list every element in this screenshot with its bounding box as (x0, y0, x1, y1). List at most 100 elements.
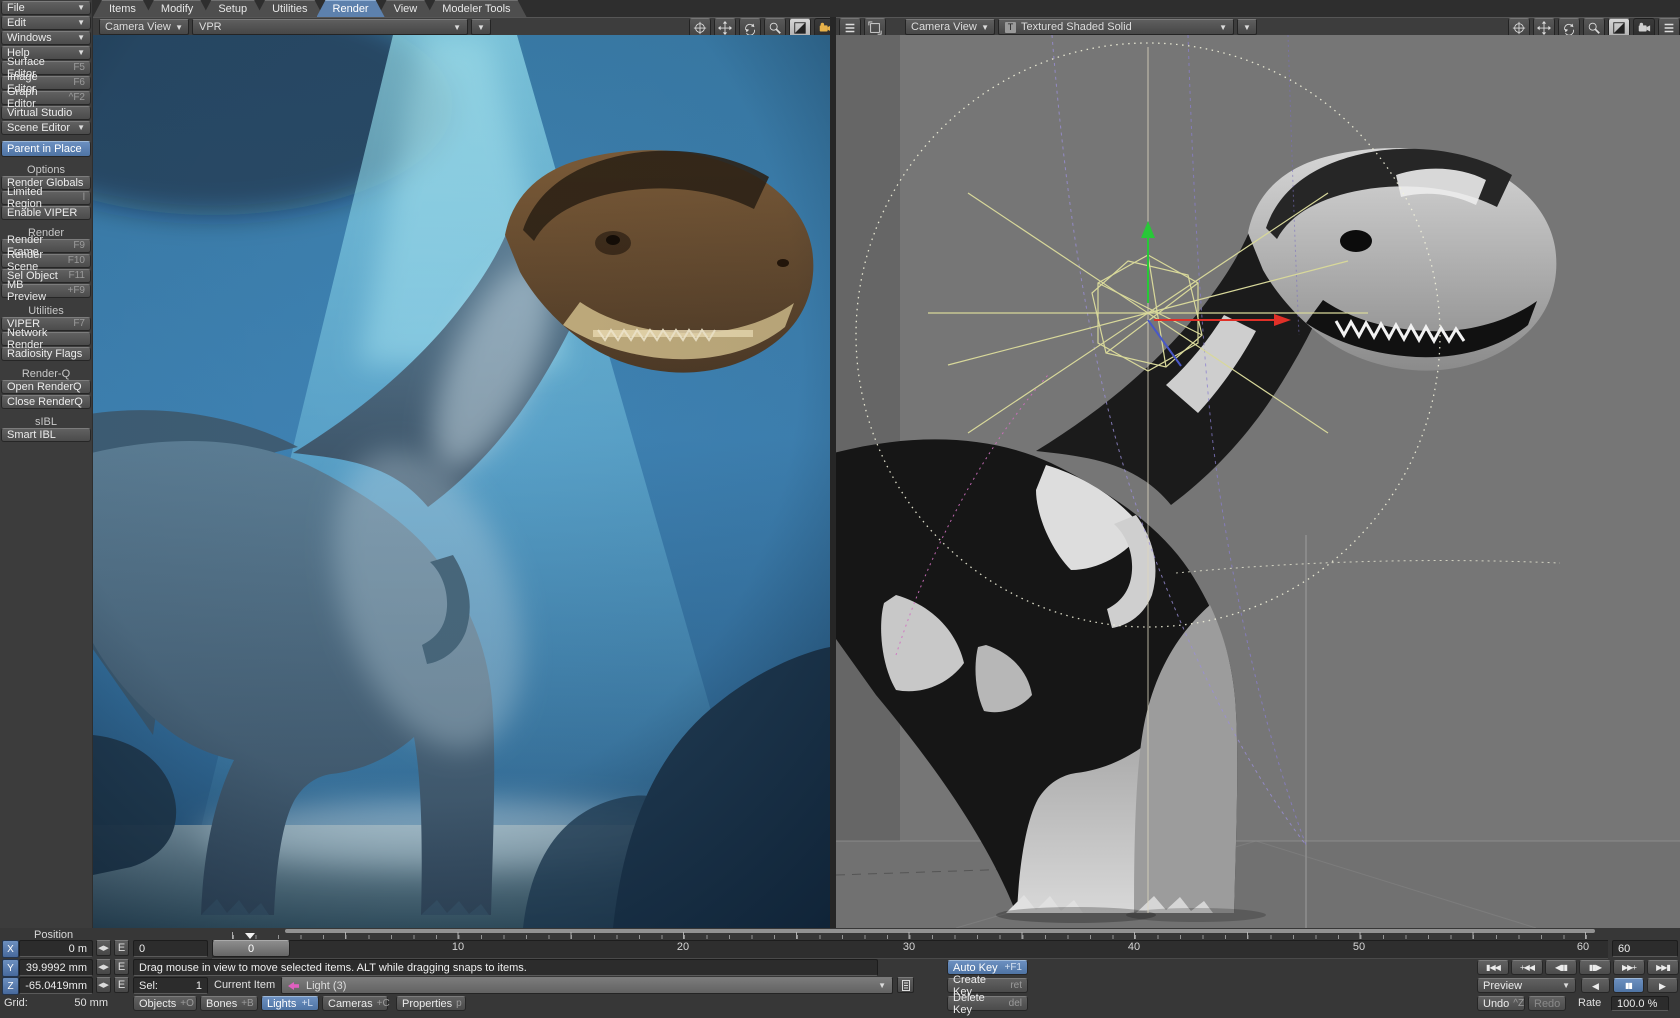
sel-label: Sel: (139, 980, 158, 992)
button-label: Enable VIPER (7, 207, 77, 219)
tab-setup[interactable]: Setup (202, 0, 263, 17)
scene-editor-button[interactable]: Scene Editor▼ (1, 121, 91, 135)
last-frame-field[interactable]: 60 (1612, 940, 1678, 957)
button-label: MB Preview (7, 279, 63, 303)
menu-edit[interactable]: Edit▼ (1, 16, 91, 30)
shortcut-label: del (1009, 998, 1022, 1010)
timeline-tick-label: 50 (1345, 941, 1373, 953)
shortcut-label: ^F2 (69, 92, 85, 104)
go-first-icon: ▮◀◀ (1486, 962, 1500, 974)
y-stepper[interactable]: ◀▶ (96, 959, 111, 975)
button-label: Close RenderQ (7, 396, 83, 408)
right-viewport-options-dropdown[interactable]: ▼ (1237, 19, 1257, 35)
button-label: Bones (206, 998, 237, 1010)
chevron-down-icon: ▼ (77, 32, 85, 44)
shortcut-label: F5 (73, 62, 85, 74)
tab-modeler-tools[interactable]: Modeler Tools (426, 0, 526, 17)
play-reverse-button[interactable]: ◀ (1581, 978, 1610, 993)
current-item-dropdown[interactable]: Light (3) ▼ (281, 977, 893, 994)
right-viewport-camera-shaded[interactable] (836, 35, 1680, 928)
lights-filter-button[interactable]: Lights+L (261, 996, 319, 1011)
y-axis-badge[interactable]: Y (2, 959, 19, 977)
open-renderq-button[interactable]: Open RenderQ (1, 380, 91, 394)
preview-dropdown[interactable]: Preview▼ (1477, 978, 1576, 993)
objects-filter-button[interactable]: Objects+O (133, 996, 197, 1011)
graph-editor-button[interactable]: Graph Editor^F2 (1, 91, 91, 105)
go-last-button[interactable]: ▶▶▮ (1647, 960, 1679, 975)
tab-items[interactable]: Items (93, 0, 152, 17)
shortcut-label: F6 (73, 77, 85, 89)
tab-utilities[interactable]: Utilities (256, 0, 323, 17)
item-properties-panel-button[interactable] (897, 977, 914, 993)
menu-file[interactable]: File▼ (1, 1, 91, 15)
y-position-field[interactable]: 39.9992 mm (19, 959, 93, 976)
mb-preview-button[interactable]: MB Preview+F9 (1, 284, 91, 298)
render-mode-label: Textured Shaded Solid (1021, 21, 1132, 33)
play-forward-button[interactable]: ▶ (1647, 978, 1678, 993)
step-back-button[interactable]: ◀▮▮ (1545, 960, 1577, 975)
timeline-minor-ticks (233, 935, 1596, 939)
button-label: Scene Editor (7, 122, 70, 134)
render-scene-button[interactable]: Render SceneF10 (1, 254, 91, 268)
go-last-icon: ▶▶▮ (1656, 962, 1670, 974)
shortcut-label: ret (1010, 980, 1022, 992)
button-label: Radiosity Flags (7, 348, 82, 360)
rate-value-field[interactable]: 100.0 % (1611, 996, 1669, 1011)
grid-label: Grid: (4, 997, 28, 1009)
properties-button[interactable]: Propertiesp (396, 996, 466, 1011)
step-forward-button[interactable]: ▮▮▶ (1579, 960, 1611, 975)
pause-icon: ▮▮ (1625, 980, 1632, 992)
go-first-button[interactable]: ▮◀◀ (1477, 960, 1509, 975)
button-label: Delete Key (953, 992, 1005, 1016)
x-axis-badge[interactable]: X (2, 940, 19, 958)
tab-render[interactable]: Render (317, 0, 385, 17)
chevron-down-icon: ▼ (77, 47, 85, 59)
menu-file-label: File (7, 2, 25, 14)
right-render-mode-dropdown[interactable]: T Textured Shaded Solid ▼ (998, 19, 1234, 35)
smart-ibl-button[interactable]: Smart IBL (1, 428, 91, 442)
frame-number-field[interactable]: 0 (133, 940, 208, 957)
left-viewport-camera-vpr[interactable] (93, 35, 830, 928)
close-renderq-button[interactable]: Close RenderQ (1, 395, 91, 409)
right-view-mode-dropdown[interactable]: Camera View ▼ (905, 19, 995, 35)
view-mode-label: Camera View (105, 21, 171, 33)
next-key-button[interactable]: ▶▶+ (1613, 960, 1645, 975)
chevron-down-icon: ▼ (175, 23, 183, 32)
delete-key-button[interactable]: Delete Keydel (947, 996, 1028, 1011)
chevron-down-icon: ▼ (453, 23, 461, 32)
virtual-studio-button[interactable]: Virtual Studio (1, 106, 91, 120)
left-viewport-options-dropdown[interactable]: ▼ (471, 19, 491, 35)
redo-button[interactable]: Redo (1528, 996, 1566, 1011)
menu-windows[interactable]: Windows ▼ (1, 31, 91, 45)
x-stepper[interactable]: ◀▶ (96, 940, 111, 956)
timeline-tick-label: 40 (1120, 941, 1148, 953)
tab-modify[interactable]: Modify (145, 0, 209, 17)
parent-in-place-button[interactable]: Parent in Place (1, 141, 91, 157)
z-stepper[interactable]: ◀▶ (96, 977, 111, 993)
pause-button[interactable]: ▮▮ (1613, 978, 1644, 993)
button-label: Redo (1534, 998, 1560, 1010)
x-envelope-button[interactable]: E (114, 940, 129, 956)
z-axis-badge[interactable]: Z (2, 977, 19, 995)
undo-button[interactable]: Undo^Z (1477, 996, 1525, 1011)
prev-key-button[interactable]: +◀◀ (1511, 960, 1543, 975)
chevron-down-icon: ▼ (878, 981, 886, 990)
left-view-mode-dropdown[interactable]: Camera View ▼ (99, 19, 189, 35)
cameras-filter-button[interactable]: Cameras+C (322, 996, 388, 1011)
z-position-field[interactable]: -65.0419mm (19, 977, 93, 994)
shortcut-label: +L (302, 998, 313, 1010)
tab-view[interactable]: View (378, 0, 434, 17)
network-render-button[interactable]: Network Render (1, 332, 91, 346)
menu-windows-label: Windows (7, 32, 52, 44)
z-envelope-button[interactable]: E (114, 977, 129, 993)
radiosity-flags-button[interactable]: Radiosity Flags (1, 347, 91, 361)
frame-slider-handle[interactable]: 0 (212, 940, 290, 957)
panel-icon (902, 980, 910, 991)
limited-region-button[interactable]: Limited Regionl (1, 191, 91, 205)
bones-filter-button[interactable]: Bones+B (200, 996, 258, 1011)
x-position-field[interactable]: 0 m (19, 940, 93, 957)
timeline-tick-label: 20 (669, 941, 697, 953)
left-render-mode-dropdown[interactable]: VPR ▼ (192, 19, 468, 35)
y-envelope-button[interactable]: E (114, 959, 129, 975)
shaded-viewport-scene (836, 35, 1680, 928)
